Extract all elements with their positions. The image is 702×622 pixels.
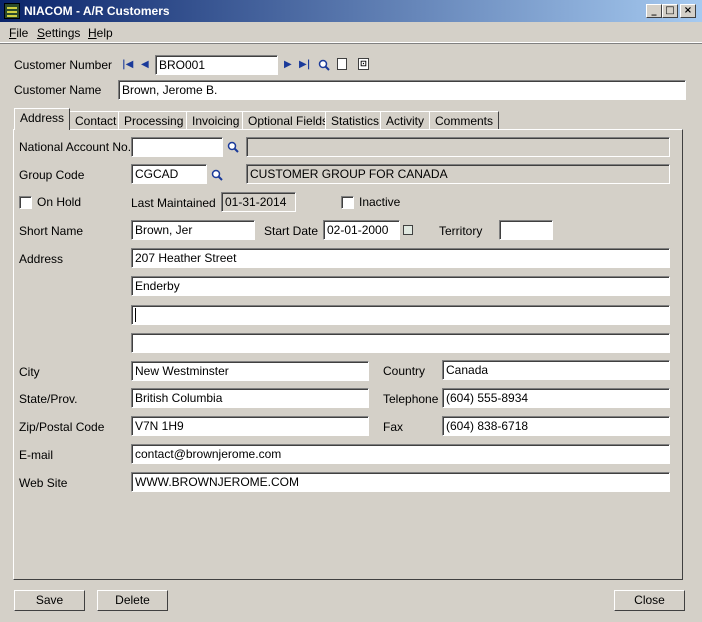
address-line-1-input[interactable]: 207 Heather Street — [131, 248, 670, 268]
group-code-description: CUSTOMER GROUP FOR CANADA — [246, 164, 670, 184]
telephone-label: Telephone — [383, 392, 439, 406]
new-document-icon[interactable] — [337, 58, 347, 70]
app-icon — [4, 3, 20, 19]
city-input[interactable]: New Westminster — [131, 361, 369, 381]
window-title: NIACOM - A/R Customers — [24, 4, 170, 18]
search-icon[interactable] — [318, 59, 330, 71]
menu-file[interactable]: File — [9, 26, 28, 40]
menu-help-accel: H — [88, 26, 97, 40]
close-window-button[interactable]: × — [680, 4, 696, 18]
zip-input[interactable]: V7N 1H9 — [131, 416, 369, 436]
national-account-label: National Account No. — [19, 140, 132, 154]
address-label: Address — [19, 252, 64, 266]
tab-address[interactable]: Address — [14, 108, 71, 130]
menu-help[interactable]: Help — [88, 26, 113, 40]
start-date-input[interactable]: 02-01-2000 — [323, 220, 400, 240]
tab-activity[interactable]: Activity — [380, 111, 431, 129]
tab-optional-fields[interactable]: Optional Fields — [242, 111, 335, 129]
national-account-description — [246, 137, 670, 157]
on-hold-label: On Hold — [37, 195, 82, 209]
next-record-icon[interactable]: ▶ — [284, 59, 292, 70]
group-code-search-icon[interactable] — [211, 169, 223, 181]
website-label: Web Site — [19, 476, 68, 490]
country-input[interactable]: Canada — [442, 360, 670, 380]
inactive-label: Inactive — [359, 195, 401, 209]
address-line-4-input[interactable] — [131, 333, 670, 353]
national-account-search-icon[interactable] — [227, 141, 239, 153]
short-name-input[interactable]: Brown, Jer — [131, 220, 255, 240]
text-cursor — [135, 308, 136, 322]
customer-number-input[interactable]: BRO001 — [155, 55, 278, 75]
country-label: Country — [383, 364, 426, 378]
close-button[interactable]: Close — [614, 590, 685, 611]
territory-input[interactable] — [499, 220, 553, 240]
first-record-icon[interactable]: |◀ — [122, 59, 133, 70]
last-record-icon[interactable]: ▶| — [299, 59, 310, 70]
last-maintained-value: 01-31-2014 — [221, 192, 296, 212]
national-account-input[interactable] — [131, 137, 223, 157]
delete-button[interactable]: Delete — [97, 590, 168, 611]
zip-label: Zip/Postal Code — [19, 420, 105, 434]
state-label: State/Prov. — [19, 392, 78, 406]
address-line-2-input[interactable]: Enderby — [131, 276, 670, 296]
menu-help-label: elp — [96, 26, 113, 40]
city-label: City — [19, 365, 40, 379]
group-code-input[interactable]: CGCAD — [131, 164, 207, 184]
email-label: E-mail — [19, 448, 54, 462]
zoom-icon[interactable]: ⊡ — [358, 58, 369, 70]
tab-comments[interactable]: Comments — [429, 111, 500, 129]
menu-settings-accel: S — [37, 26, 46, 40]
save-button[interactable]: Save — [14, 590, 85, 611]
fax-input[interactable]: (604) 838-6718 — [442, 416, 670, 436]
telephone-input[interactable]: (604) 555-8934 — [442, 388, 670, 408]
website-input[interactable]: WWW.BROWNJEROME.COM — [131, 472, 670, 492]
customer-number-label: Customer Number — [14, 58, 113, 72]
save-button-label: Save — [35, 593, 64, 607]
previous-record-icon[interactable]: ◀ — [141, 59, 149, 70]
state-input[interactable]: British Columbia — [131, 388, 369, 408]
customer-name-label: Customer Name — [14, 83, 102, 97]
address-line-3-input[interactable] — [131, 305, 670, 325]
calendar-icon[interactable] — [403, 225, 413, 235]
tab-statistics[interactable]: Statistics — [325, 111, 386, 129]
group-code-label: Group Code — [19, 168, 85, 182]
on-hold-checkbox[interactable] — [19, 196, 32, 209]
inactive-checkbox[interactable] — [341, 196, 354, 209]
menu-settings[interactable]: Settings — [37, 26, 80, 40]
start-date-label: Start Date — [264, 224, 319, 238]
tab-invoicing[interactable]: Invoicing — [186, 111, 246, 129]
email-input[interactable]: contact@brownjerome.com — [131, 444, 670, 464]
last-maintained-label: Last Maintained — [131, 196, 216, 210]
maximize-button[interactable]: □ — [662, 4, 678, 18]
menu-file-label: ile — [16, 26, 29, 40]
territory-label: Territory — [439, 224, 483, 238]
tab-contact[interactable]: Contact — [69, 111, 123, 129]
fax-label: Fax — [383, 420, 404, 434]
short-name-label: Short Name — [19, 224, 84, 238]
menu-settings-label: ettings — [45, 26, 81, 40]
tab-processing[interactable]: Processing — [118, 111, 190, 129]
minimize-button[interactable]: _ — [646, 4, 662, 18]
customer-name-input[interactable]: Brown, Jerome B. — [118, 80, 686, 100]
